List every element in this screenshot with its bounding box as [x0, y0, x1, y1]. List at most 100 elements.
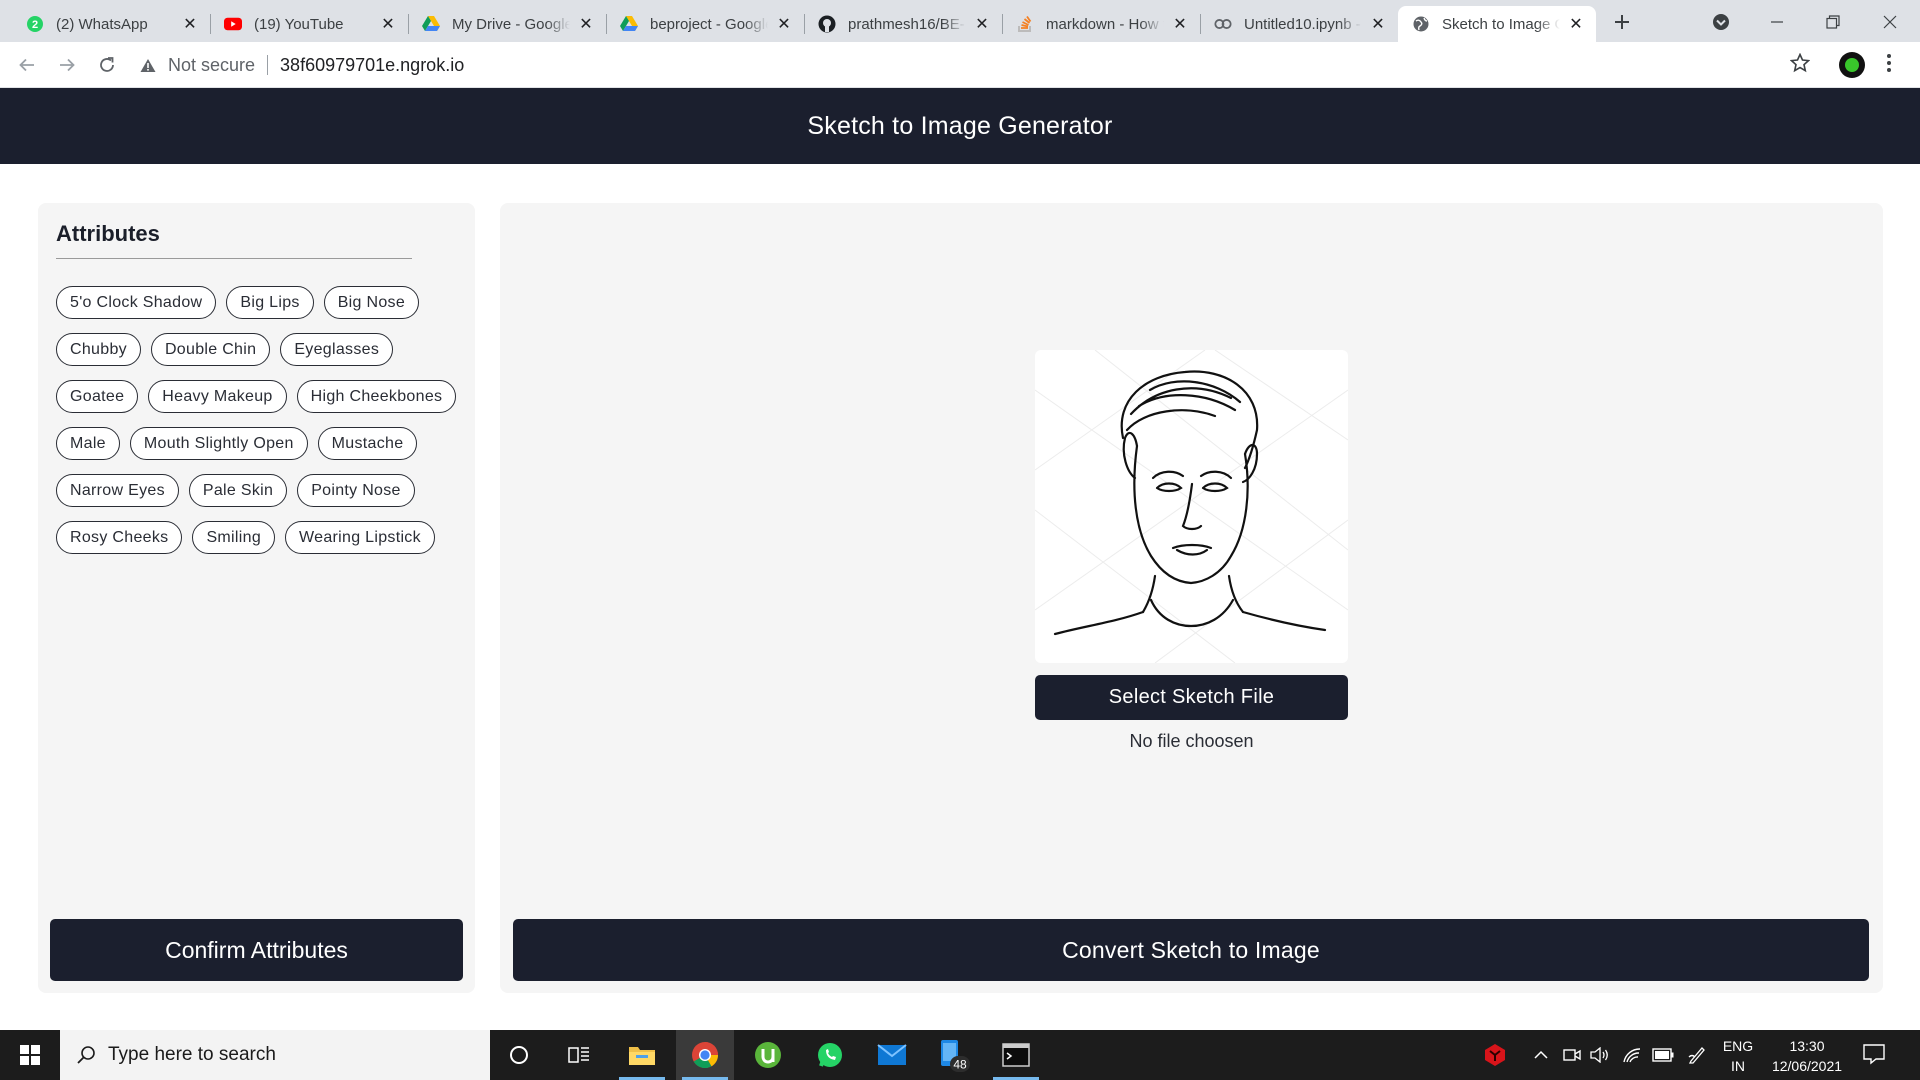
tab-github[interactable]: prathmesh16/BE-Project ✕	[804, 6, 1002, 42]
security-status-label[interactable]: Not secure	[168, 55, 255, 76]
tab-title: (2) WhatsApp	[56, 15, 148, 33]
warning-triangle-icon[interactable]	[140, 58, 156, 73]
app-title: Sketch to Image Generator	[807, 111, 1113, 140]
clock-time: 13:30	[1789, 1038, 1825, 1054]
close-tab-icon[interactable]: ✕	[774, 14, 794, 34]
back-button[interactable]	[12, 50, 42, 80]
url-text[interactable]: 38f60979701e.ngrok.io	[280, 55, 464, 76]
profile-avatar[interactable]	[1839, 52, 1865, 78]
windows-start-button[interactable]	[0, 1030, 60, 1080]
tab-my-drive[interactable]: My Drive - Google Drive ✕	[408, 6, 606, 42]
bookmark-star-icon[interactable]	[1789, 52, 1811, 78]
battery-icon[interactable]	[1648, 1030, 1678, 1080]
attribute-chip[interactable]: Wearing Lipstick	[285, 521, 435, 554]
tab-sketch-to-image[interactable]: Sketch to Image Generator ✕	[1398, 6, 1596, 42]
tab-beproject-drive[interactable]: beproject - Google Drive ✕	[606, 6, 804, 42]
tab-title: Untitled10.ipynb - Colaboratory	[1244, 15, 1362, 33]
attribute-chip[interactable]: Pale Skin	[188, 474, 288, 507]
antivirus-tray-icon[interactable]	[1478, 1030, 1512, 1080]
tab-title: My Drive - Google Drive	[452, 15, 570, 33]
tab-search-button[interactable]	[1703, 6, 1739, 38]
restore-window-button[interactable]	[1815, 6, 1851, 38]
attribute-chip[interactable]: Heavy Makeup	[148, 380, 287, 413]
wifi-icon[interactable]	[1618, 1030, 1646, 1080]
close-tab-icon[interactable]: ✕	[378, 14, 398, 34]
forward-button[interactable]	[52, 50, 82, 80]
globe-icon	[1412, 15, 1430, 33]
taskbar-search-box[interactable]: Type here to search	[60, 1030, 490, 1080]
convert-sketch-button[interactable]: Convert Sketch to Image	[513, 919, 1869, 981]
meet-now-icon[interactable]	[1558, 1030, 1586, 1080]
stackoverflow-icon	[1016, 15, 1034, 33]
google-drive-icon	[620, 15, 638, 33]
attribute-chip[interactable]: Big Lips	[226, 286, 314, 319]
google-drive-icon	[422, 15, 440, 33]
attribute-chip[interactable]: Eyeglasses	[280, 333, 394, 366]
tab-title: markdown - How to	[1046, 15, 1164, 33]
terminal-icon[interactable]	[987, 1030, 1045, 1080]
close-window-button[interactable]	[1872, 6, 1908, 38]
sketch-preview-image	[1035, 350, 1348, 663]
task-view-icon[interactable]	[550, 1030, 608, 1080]
tablet-app-icon[interactable]: 48	[925, 1030, 983, 1080]
new-tab-button[interactable]	[1604, 6, 1640, 38]
tab-whatsapp[interactable]: 2 (2) WhatsApp ✕	[12, 6, 210, 42]
attribute-chip[interactable]: High Cheekbones	[296, 380, 457, 413]
input-language-indicator[interactable]: ENG IN	[1718, 1036, 1758, 1076]
notifications-icon[interactable]	[1862, 1042, 1886, 1071]
attributes-panel: Attributes 5'o Clock Shadow Big Lips Big…	[38, 203, 475, 993]
attribute-chip[interactable]: Double Chin	[150, 333, 271, 366]
attribute-chip[interactable]: Pointy Nose	[297, 474, 415, 507]
pen-workspace-icon[interactable]	[1682, 1030, 1712, 1080]
system-clock[interactable]: 13:30 12/06/2021	[1764, 1036, 1850, 1076]
language-code: ENG	[1722, 1038, 1754, 1054]
confirm-attributes-button[interactable]: Confirm Attributes	[50, 919, 463, 981]
browser-menu-icon[interactable]	[1886, 53, 1892, 78]
attribute-chip[interactable]: Mustache	[317, 427, 418, 460]
show-hidden-icons-chevron-icon[interactable]	[1526, 1030, 1556, 1080]
tab-title: prathmesh16/BE-Project	[848, 15, 966, 33]
address-bar[interactable]: Not secure 38f60979701e.ngrok.io	[140, 49, 1810, 81]
close-tab-icon[interactable]: ✕	[576, 14, 596, 34]
attribute-chip[interactable]: Smiling	[192, 521, 276, 554]
heading-divider	[56, 258, 412, 259]
reload-button[interactable]	[92, 50, 122, 80]
attribute-chip[interactable]: Chubby	[56, 333, 141, 366]
attribute-chip[interactable]: Big Nose	[323, 286, 420, 319]
search-icon	[77, 1046, 95, 1064]
mail-badge-count: 48	[953, 1058, 967, 1072]
svg-text:2: 2	[32, 19, 38, 31]
minimize-window-button[interactable]	[1759, 6, 1795, 38]
chrome-icon[interactable]	[676, 1030, 734, 1080]
app-header: Sketch to Image Generator	[0, 88, 1920, 164]
youtube-icon	[224, 15, 242, 33]
volume-icon[interactable]	[1586, 1030, 1614, 1080]
windows-taskbar: Type here to search 48 ENG IN 13:30 12/0…	[0, 1030, 1920, 1080]
attribute-chip[interactable]: Rosy Cheeks	[56, 521, 183, 554]
tab-stackoverflow[interactable]: markdown - How to ✕	[1002, 6, 1200, 42]
region-code: IN	[1731, 1058, 1745, 1074]
attribute-chip[interactable]: 5'o Clock Shadow	[56, 286, 217, 319]
sketch-panel: Select Sketch File No file choosen Conve…	[500, 203, 1883, 993]
mail-icon[interactable]	[863, 1030, 921, 1080]
utorrent-icon[interactable]	[739, 1030, 797, 1080]
close-tab-icon[interactable]: ✕	[1566, 14, 1586, 34]
close-tab-icon[interactable]: ✕	[1170, 14, 1190, 34]
close-tab-icon[interactable]: ✕	[972, 14, 992, 34]
file-explorer-icon[interactable]	[613, 1030, 671, 1080]
cortana-icon[interactable]	[490, 1030, 548, 1080]
attribute-chip[interactable]: Narrow Eyes	[56, 474, 179, 507]
attribute-chip[interactable]: Male	[56, 427, 120, 460]
attribute-chip[interactable]: Goatee	[56, 380, 139, 413]
tab-colab[interactable]: Untitled10.ipynb - Colaboratory ✕	[1200, 6, 1398, 42]
close-tab-icon[interactable]: ✕	[1368, 14, 1388, 34]
attribute-chip[interactable]: Mouth Slightly Open	[129, 427, 308, 460]
tab-title: beproject - Google Drive	[650, 15, 768, 33]
close-tab-icon[interactable]: ✕	[180, 14, 200, 34]
windows-logo-icon	[20, 1045, 40, 1065]
tab-youtube[interactable]: (19) YouTube ✕	[210, 6, 408, 42]
select-sketch-file-button[interactable]: Select Sketch File	[1035, 675, 1348, 720]
whatsapp-desktop-icon[interactable]	[801, 1030, 859, 1080]
tab-title: (19) YouTube	[254, 15, 344, 33]
tab-title: Sketch to Image Generator	[1442, 15, 1560, 33]
